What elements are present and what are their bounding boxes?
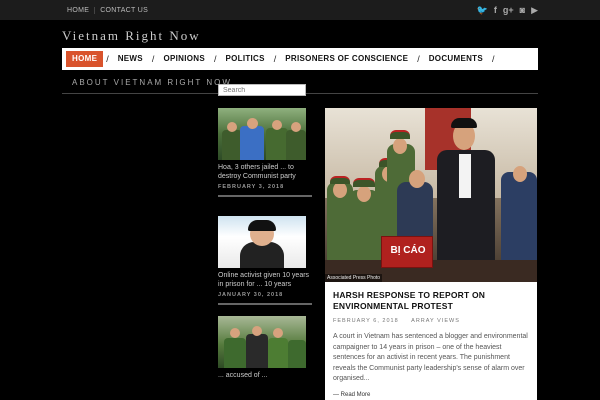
search-input[interactable] <box>218 84 306 96</box>
post-date: FEBRUARY 3, 2018 <box>218 184 285 190</box>
nav-item-politics[interactable]: POLITICS <box>219 51 270 67</box>
post-thumbnail[interactable] <box>218 216 306 268</box>
post-title[interactable]: Hoa, 3 others jailed ... to destroy Comm… <box>218 163 310 181</box>
podium-sign: BỊ CÁO <box>381 236 433 268</box>
site-logo[interactable]: Vietnam Right Now <box>62 28 201 44</box>
nav-item-prisoners[interactable]: PRISONERS OF CONSCIENCE <box>279 51 414 67</box>
sidebar-post[interactable]: Online activist given 10 years in prison… <box>218 216 312 305</box>
about-heading[interactable]: ABOUT VIETNAM RIGHT NOW <box>72 78 232 87</box>
twitter-icon[interactable]: 🐦 <box>477 4 488 16</box>
facebook-icon[interactable]: f <box>494 4 497 16</box>
nav-item-opinions[interactable]: OPINIONS <box>157 51 211 67</box>
divider <box>218 303 312 305</box>
article-excerpt: A court in Vietnam has sentenced a blogg… <box>333 333 528 382</box>
nav-item-news[interactable]: NEWS <box>112 51 149 67</box>
nav-separator: / <box>492 54 495 64</box>
sidebar-post[interactable]: ... accused of ... <box>218 316 312 380</box>
post-thumbnail[interactable] <box>218 316 306 368</box>
nav-separator: / <box>417 54 420 64</box>
sidebar-post[interactable]: Hoa, 3 others jailed ... to destroy Comm… <box>218 108 312 197</box>
top-link-contact[interactable]: CONTACT US <box>94 6 153 14</box>
nav-item-home[interactable]: HOME <box>66 51 104 67</box>
article-meta: FEBRUARY 6, 2018 ARRAY VIEWS <box>333 318 529 324</box>
read-more-link[interactable]: — Read More <box>333 392 529 398</box>
divider <box>218 195 312 197</box>
instagram-icon[interactable]: ◙ <box>520 4 525 16</box>
post-date: JANUARY 30, 2018 <box>218 292 284 298</box>
photo-credit: Associated Press Photo <box>325 274 383 282</box>
google-plus-icon[interactable]: g+ <box>503 4 514 16</box>
featured-image[interactable]: BỊ CÁO Associated Press Photo <box>325 108 537 282</box>
article-date: FEBRUARY 6, 2018 <box>333 318 399 324</box>
top-links: HOME CONTACT US <box>62 0 153 20</box>
post-title[interactable]: Online activist given 10 years in prison… <box>218 271 310 289</box>
nav-item-documents[interactable]: DOCUMENTS <box>423 51 489 67</box>
post-thumbnail[interactable] <box>218 108 306 160</box>
podium-label: BỊ CÁO <box>390 245 426 256</box>
post-title[interactable]: ... accused of ... <box>218 371 310 380</box>
nav-separator: / <box>106 54 109 64</box>
top-bar: HOME CONTACT US 🐦 f g+ ◙ ▶ <box>0 0 600 20</box>
article-views: ARRAY VIEWS <box>411 318 460 324</box>
featured-article: HARSH RESPONSE TO REPORT ON ENVIRONMENTA… <box>325 282 537 400</box>
main-nav: HOME / NEWS / OPINIONS / POLITICS / PRIS… <box>62 48 538 70</box>
nav-separator: / <box>151 54 155 64</box>
social-links: 🐦 f g+ ◙ ▶ <box>477 4 538 16</box>
top-link-home[interactable]: HOME <box>62 7 94 14</box>
article-title[interactable]: HARSH RESPONSE TO REPORT ON ENVIRONMENTA… <box>333 290 529 312</box>
nav-separator: / <box>273 54 277 64</box>
nav-separator: / <box>213 54 217 64</box>
youtube-icon[interactable]: ▶ <box>531 4 538 16</box>
